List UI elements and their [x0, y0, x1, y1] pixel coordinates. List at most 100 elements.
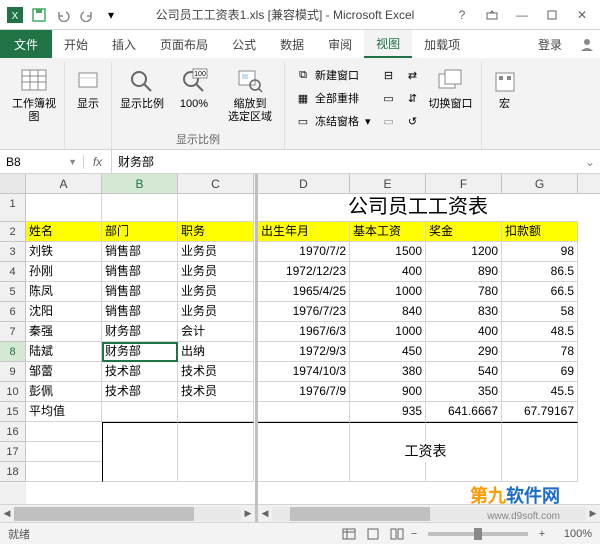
- cell[interactable]: [102, 402, 178, 422]
- cell[interactable]: 67.79167: [502, 402, 578, 422]
- save-icon[interactable]: [28, 4, 50, 26]
- cell[interactable]: 98: [502, 242, 578, 262]
- cell[interactable]: 工资表: [350, 442, 502, 462]
- macros-button[interactable]: 宏: [488, 64, 522, 113]
- row-header[interactable]: 1: [0, 194, 26, 222]
- cell[interactable]: 86.5: [502, 262, 578, 282]
- cell[interactable]: [258, 422, 350, 442]
- col-header-F[interactable]: F: [426, 174, 502, 193]
- cell[interactable]: 400: [350, 262, 426, 282]
- unhide-button[interactable]: ▭: [379, 110, 399, 132]
- cell[interactable]: 业务员: [178, 242, 254, 262]
- row-header[interactable]: 3: [0, 242, 26, 262]
- tab-review[interactable]: 审阅: [316, 30, 364, 58]
- page-break-view-icon[interactable]: [386, 525, 408, 543]
- page-layout-view-icon[interactable]: [362, 525, 384, 543]
- scroll-left-icon[interactable]: ◀: [258, 507, 272, 521]
- cell[interactable]: [102, 462, 178, 482]
- workbook-views-button[interactable]: 工作簿视图: [10, 64, 58, 126]
- zoom-slider[interactable]: [428, 532, 528, 536]
- col-header-B[interactable]: B: [102, 174, 178, 193]
- tab-formulas[interactable]: 公式: [220, 30, 268, 58]
- cell[interactable]: 1967/6/3: [258, 322, 350, 342]
- cell[interactable]: [426, 462, 502, 482]
- cells-right[interactable]: 公司员工工资表 出生年月基本工资奖金扣款额 1970/7/21500120098…: [258, 194, 600, 504]
- scroll-right-icon[interactable]: ▶: [241, 507, 255, 521]
- cell[interactable]: 1976/7/9: [258, 382, 350, 402]
- tab-insert[interactable]: 插入: [100, 30, 148, 58]
- cell[interactable]: 技术员: [178, 362, 254, 382]
- cell[interactable]: 业务员: [178, 302, 254, 322]
- row-header[interactable]: 16: [0, 422, 26, 442]
- cell[interactable]: 销售部: [102, 302, 178, 322]
- cell[interactable]: [350, 422, 426, 442]
- new-window-button[interactable]: ⧉新建窗口: [291, 64, 375, 86]
- cell[interactable]: 450: [350, 342, 426, 362]
- cell[interactable]: 780: [426, 282, 502, 302]
- col-header-E[interactable]: E: [350, 174, 426, 193]
- cell[interactable]: [258, 402, 350, 422]
- cell[interactable]: 1500: [350, 242, 426, 262]
- zoom-button[interactable]: 显示比例: [118, 64, 166, 113]
- cell[interactable]: 1972/12/23: [258, 262, 350, 282]
- fx-button[interactable]: fx: [84, 150, 112, 173]
- cell[interactable]: 奖金: [426, 222, 502, 242]
- tab-addins[interactable]: 加载项: [412, 30, 472, 58]
- row-header[interactable]: 5: [0, 282, 26, 302]
- cell[interactable]: 1000: [350, 282, 426, 302]
- cell[interactable]: [26, 462, 102, 482]
- cell[interactable]: [502, 422, 578, 442]
- cell[interactable]: 出生年月: [258, 222, 350, 242]
- cell[interactable]: [178, 402, 254, 422]
- undo-icon[interactable]: [52, 4, 74, 26]
- normal-view-icon[interactable]: [338, 525, 360, 543]
- cell[interactable]: [102, 422, 178, 442]
- tab-file[interactable]: 文件: [0, 30, 52, 58]
- scroll-right-icon[interactable]: ▶: [586, 507, 600, 521]
- cell[interactable]: 890: [426, 262, 502, 282]
- cell[interactable]: 1200: [426, 242, 502, 262]
- cell[interactable]: 陆斌: [26, 342, 102, 362]
- cell[interactable]: 641.6667: [426, 402, 502, 422]
- tab-home[interactable]: 开始: [52, 30, 100, 58]
- hscroll-left[interactable]: ◀ ▶: [0, 504, 255, 522]
- cell[interactable]: 58: [502, 302, 578, 322]
- cell[interactable]: [102, 442, 178, 462]
- tab-signin[interactable]: 登录: [526, 30, 574, 58]
- show-button[interactable]: 显示: [71, 64, 105, 113]
- cell[interactable]: 45.5: [502, 382, 578, 402]
- cell[interactable]: 财务部: [102, 322, 178, 342]
- cell[interactable]: 830: [426, 302, 502, 322]
- row-header[interactable]: 8: [0, 342, 26, 362]
- cell[interactable]: [178, 442, 254, 462]
- maximize-icon[interactable]: [538, 4, 566, 26]
- row-header[interactable]: 9: [0, 362, 26, 382]
- cell[interactable]: [258, 462, 350, 482]
- hide-button[interactable]: ▭: [379, 87, 399, 109]
- switch-windows-button[interactable]: 切换窗口: [427, 64, 475, 113]
- cell[interactable]: 技术部: [102, 382, 178, 402]
- cell[interactable]: 业务员: [178, 262, 254, 282]
- col-header-C[interactable]: C: [178, 174, 254, 193]
- cell[interactable]: 技术部: [102, 362, 178, 382]
- cell[interactable]: 66.5: [502, 282, 578, 302]
- cell[interactable]: 彭佩: [26, 382, 102, 402]
- cell[interactable]: 1965/4/25: [258, 282, 350, 302]
- cell[interactable]: 沈阳: [26, 302, 102, 322]
- cell[interactable]: [26, 442, 102, 462]
- scroll-left-icon[interactable]: ◀: [0, 507, 14, 521]
- cell[interactable]: 出纳: [178, 342, 254, 362]
- cell[interactable]: 48.5: [502, 322, 578, 342]
- cell[interactable]: 秦强: [26, 322, 102, 342]
- split-button[interactable]: ⊟: [379, 64, 399, 86]
- name-box[interactable]: B8▼: [0, 155, 84, 169]
- cell[interactable]: 1974/10/3: [258, 362, 350, 382]
- cell[interactable]: 900: [350, 382, 426, 402]
- row-header[interactable]: 7: [0, 322, 26, 342]
- active-cell[interactable]: 财务部: [102, 342, 178, 362]
- formula-input[interactable]: 财务部: [112, 153, 580, 170]
- cell[interactable]: 陈凤: [26, 282, 102, 302]
- cell[interactable]: 350: [426, 382, 502, 402]
- row-header[interactable]: 18: [0, 462, 26, 482]
- cell[interactable]: 1970/7/2: [258, 242, 350, 262]
